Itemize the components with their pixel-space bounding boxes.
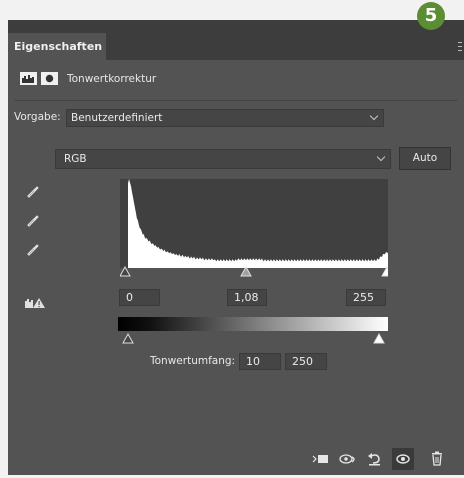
white-point-eyedropper-icon[interactable] (25, 241, 41, 257)
clip-to-layer-icon[interactable] (310, 448, 332, 470)
reset-icon[interactable] (364, 448, 386, 470)
view-previous-state-icon[interactable] (337, 448, 359, 470)
channel-select[interactable]: RGB (55, 149, 391, 169)
preset-select[interactable]: Benutzerdefiniert (66, 109, 384, 127)
layer-mask-icon[interactable] (41, 72, 58, 85)
step-badge: 5 (417, 2, 445, 30)
black-output-slider[interactable] (122, 332, 134, 344)
input-slider-track (119, 265, 393, 278)
panel-tab-bar: Eigenschaften (8, 20, 464, 60)
header-divider (14, 100, 458, 101)
panel-menu-icon[interactable] (458, 42, 462, 51)
input-gamma-field[interactable]: 1,08 (227, 289, 267, 306)
preset-select-value: Benutzerdefiniert (71, 112, 163, 124)
channel-select-value: RGB (64, 153, 87, 165)
output-gradient (118, 317, 388, 331)
levels-adjustment-icon (20, 72, 37, 85)
output-levels-label: Tonwertumfang: (150, 355, 236, 367)
visibility-eye-icon[interactable] (392, 448, 414, 470)
white-output-slider[interactable] (373, 332, 385, 344)
histogram (120, 179, 388, 268)
black-point-eyedropper-icon[interactable] (25, 183, 41, 199)
output-white-field[interactable]: 250 (285, 353, 327, 370)
preset-label: Vorgabe: (14, 111, 61, 123)
output-black-field[interactable]: 10 (239, 353, 281, 370)
gray-point-eyedropper-icon[interactable] (25, 212, 41, 228)
clipping-warning-icon[interactable] (24, 296, 46, 310)
auto-button[interactable]: Auto (399, 147, 451, 170)
chevron-down-icon (376, 152, 386, 162)
white-input-slider[interactable] (381, 265, 393, 277)
input-black-field[interactable]: 0 (119, 289, 160, 306)
histogram-graph (128, 179, 388, 268)
properties-panel: Eigenschaften Tonwertkorrektur Vorgabe: … (8, 20, 464, 475)
adjustment-title: Tonwertkorrektur (67, 73, 157, 85)
tab-properties[interactable]: Eigenschaften (8, 33, 106, 60)
trash-icon[interactable] (426, 448, 448, 470)
gamma-input-slider[interactable] (240, 265, 252, 277)
input-white-field[interactable]: 255 (346, 289, 386, 306)
output-slider-track (118, 332, 388, 344)
chevron-down-icon (369, 111, 379, 121)
black-input-slider[interactable] (119, 265, 131, 277)
